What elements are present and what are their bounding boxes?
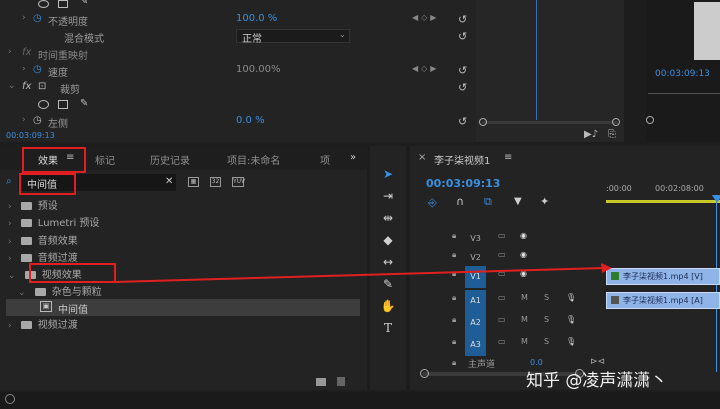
annotation-arrow	[115, 263, 612, 283]
arrow-head-icon	[601, 263, 612, 273]
arrow-line	[115, 267, 605, 283]
premiere-window: ✎ › ◷ 不透明度 100.0 % ◀◇▶ ↺ 混合模式 正常 ⌄ ↺ › f…	[0, 0, 720, 409]
